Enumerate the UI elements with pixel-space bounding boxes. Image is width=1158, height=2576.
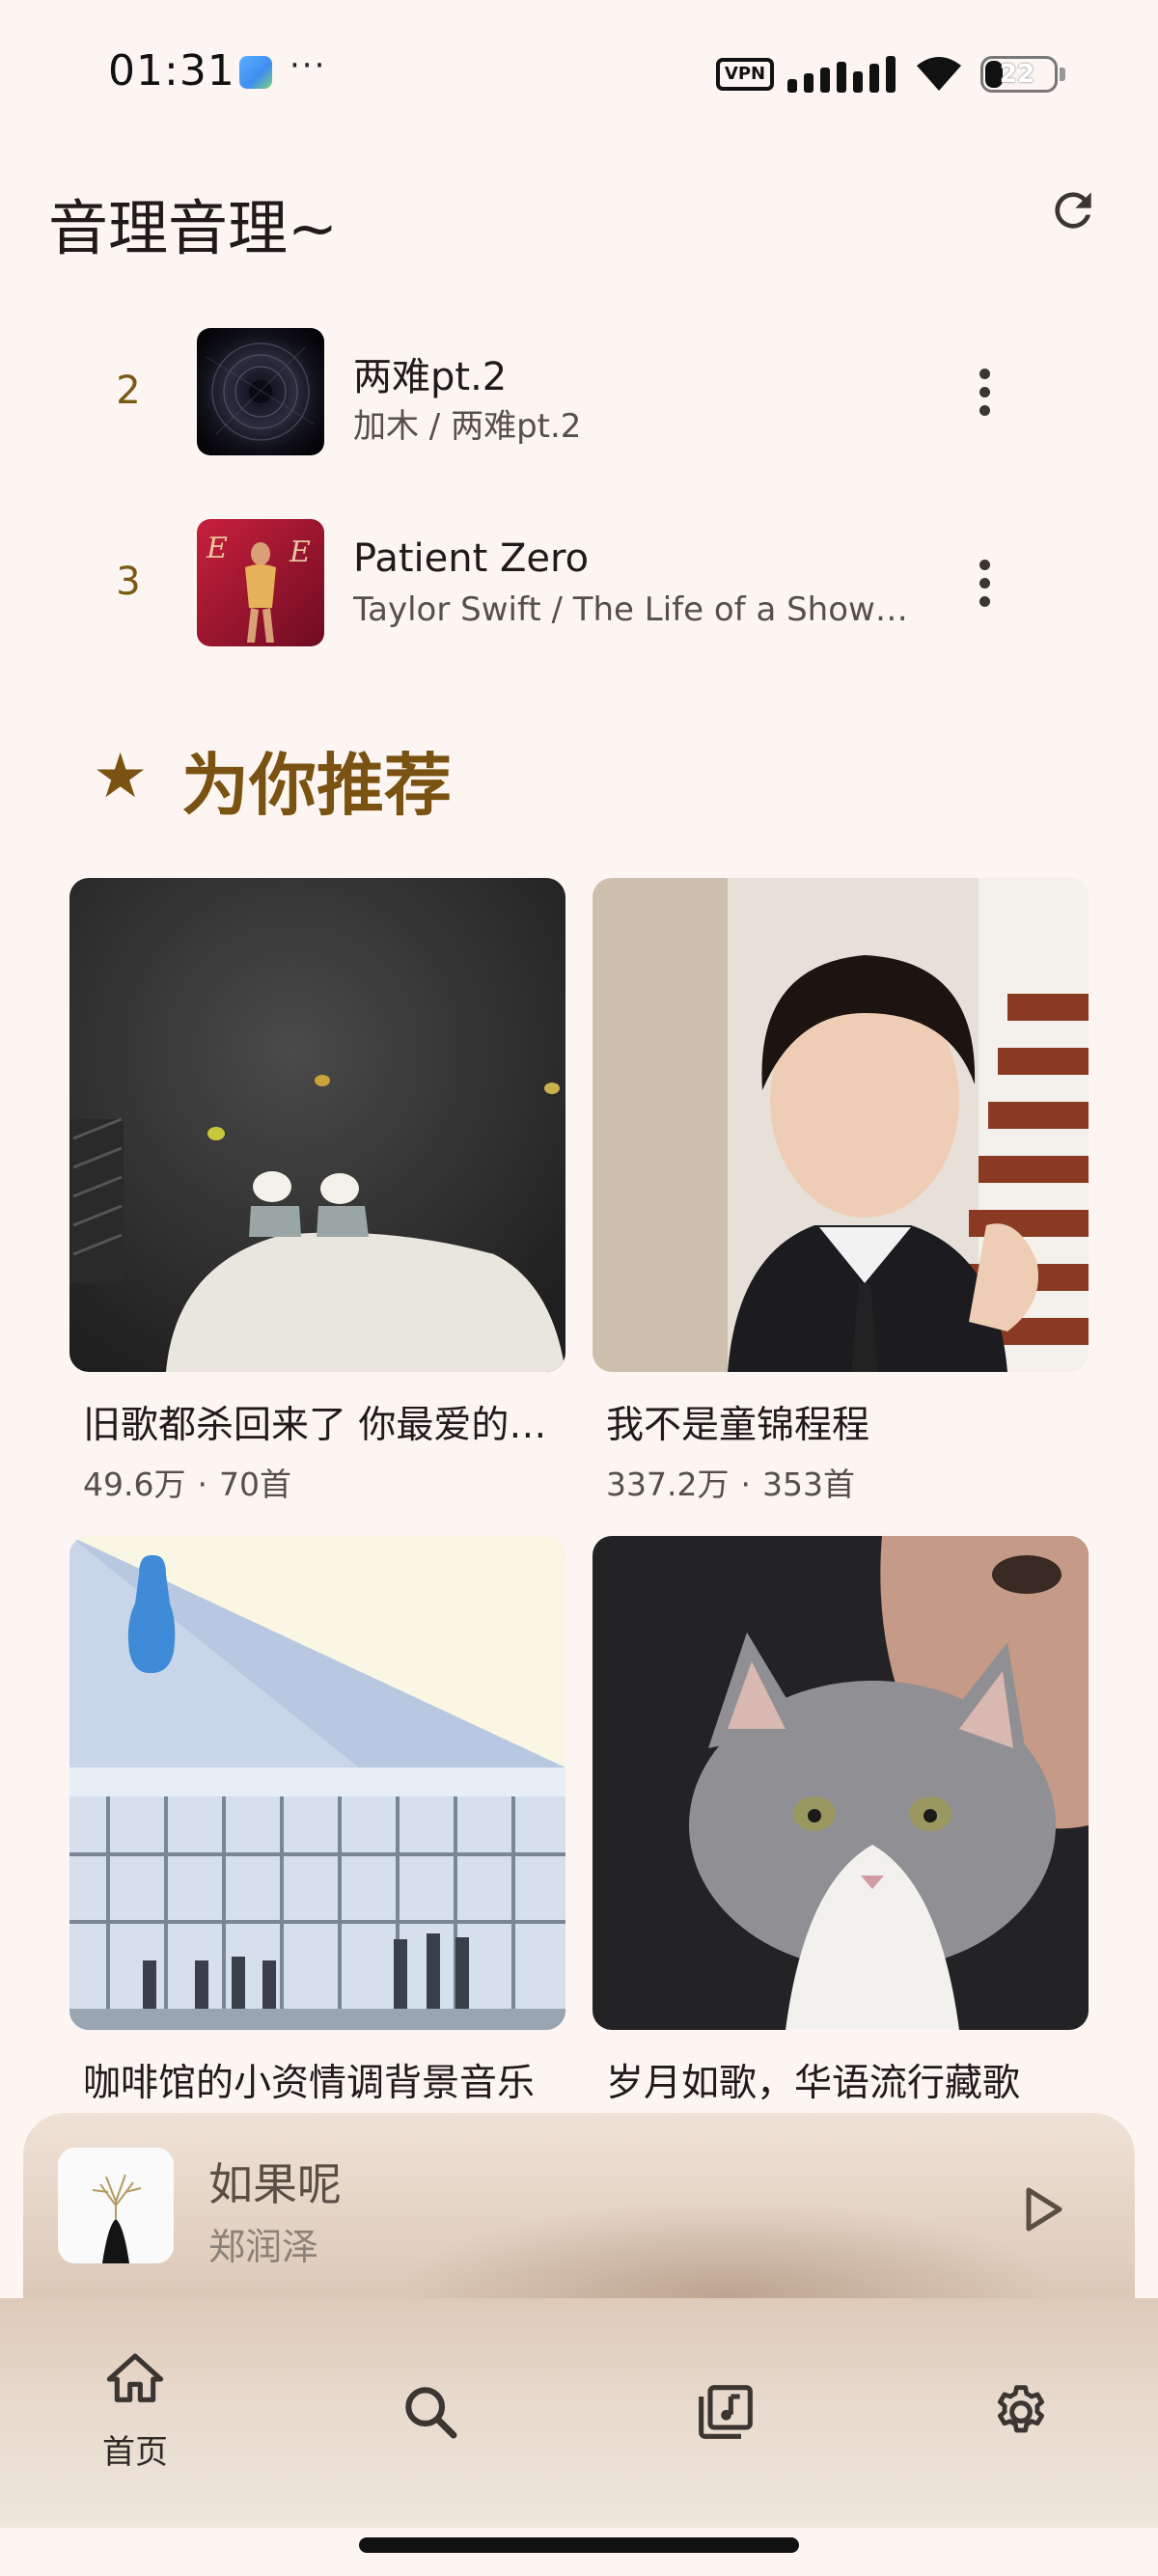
music-library-icon: [699, 2385, 753, 2439]
battery-icon: 22: [980, 56, 1058, 93]
playlist-cover: [593, 878, 1089, 1372]
playlist-count: 70首: [218, 1466, 291, 1503]
meta-separator: ·: [740, 1466, 751, 1503]
track-rank: 3: [116, 560, 141, 604]
playlist-card[interactable]: 岁月如歌，华语流行藏歌: [593, 1536, 1089, 2107]
now-playing-cover: [58, 2148, 174, 2263]
track-rank: 2: [116, 369, 141, 413]
nav-home-label: 首页: [102, 2433, 168, 2472]
playlist-cover: [69, 878, 565, 1372]
playlist-meta: 49.6万 · 70首: [69, 1459, 565, 1505]
track-cover: E E: [197, 519, 324, 646]
track-title: 两难pt.2: [353, 355, 508, 399]
battery-tip: [1060, 68, 1065, 81]
status-time: 01:31: [108, 46, 235, 96]
track-subtitle: 加木 / 两难pt.2: [353, 407, 582, 446]
playlist-card[interactable]: 我不是童锦程程 337.2万 · 353首: [593, 878, 1089, 1505]
refresh-button[interactable]: [1042, 179, 1104, 241]
nav-library[interactable]: [648, 2348, 803, 2493]
meta-separator: ·: [197, 1466, 207, 1503]
vpn-icon: VPN: [716, 58, 774, 91]
playlist-count: 353首: [761, 1466, 855, 1503]
nav-search[interactable]: [353, 2348, 508, 2493]
svg-text:E: E: [206, 532, 228, 565]
more-options-button[interactable]: [965, 353, 1004, 430]
section-title: 为你推荐: [181, 746, 452, 825]
svg-text:E: E: [289, 535, 311, 569]
playlist-cover: [593, 1536, 1089, 2030]
home-indicator: [359, 2537, 799, 2553]
more-notifications-icon: ···: [290, 46, 327, 85]
track-title: Patient Zero: [353, 536, 590, 581]
home-icon: [106, 2353, 164, 2402]
now-playing-title: 如果呢: [208, 2158, 342, 2210]
wifi-icon: [917, 57, 961, 91]
playlist-name: 岁月如歌，华语流行藏歌: [606, 2062, 1021, 2105]
search-icon: [405, 2387, 457, 2439]
nav-home[interactable]: 首页: [58, 2348, 212, 2493]
playlist-card[interactable]: 咖啡馆的小资情调背景音乐: [69, 1536, 565, 2107]
playlist-plays: 337.2万: [606, 1466, 730, 1503]
track-cover: [197, 328, 324, 455]
gallery-notification-icon: [239, 56, 272, 89]
star-icon: ★: [93, 741, 149, 812]
playlist-cover: [69, 1536, 565, 2030]
more-options-button[interactable]: [965, 544, 1004, 621]
playlist-meta: 337.2万 · 353首: [593, 1459, 1089, 1505]
bottom-navigation: 首页: [0, 2298, 1158, 2528]
nav-settings[interactable]: [944, 2348, 1098, 2493]
track-subtitle: Taylor Swift / The Life of a Showgirl: [353, 590, 913, 629]
page-title: 音理音理~: [48, 193, 338, 263]
playlist-name: 咖啡馆的小资情调背景音乐: [83, 2062, 536, 2105]
playlist-name: 旧歌都杀回来了 你最爱的那首歌: [83, 1404, 562, 1447]
now-playing-artist: 郑润泽: [208, 2226, 319, 2268]
status-bar: 01:31 ··· VPN 22: [0, 0, 1158, 145]
track-row[interactable]: 3 E E Patient Zero Taylor Swift / The Li…: [0, 509, 1158, 654]
track-row[interactable]: 2 两难pt.2 加木 / 两难pt.2: [0, 318, 1158, 463]
playlist-plays: 49.6万: [83, 1466, 186, 1503]
playlist-card[interactable]: 旧歌都杀回来了 你最爱的那首歌 49.6万 · 70首: [69, 878, 565, 1505]
refresh-icon: [1055, 192, 1091, 229]
signal-icon: [787, 56, 896, 93]
settings-icon: [998, 2385, 1044, 2433]
play-icon[interactable]: [1013, 2180, 1071, 2238]
playlist-name: 我不是童锦程程: [606, 1404, 870, 1447]
battery-level: 22: [999, 60, 1035, 89]
